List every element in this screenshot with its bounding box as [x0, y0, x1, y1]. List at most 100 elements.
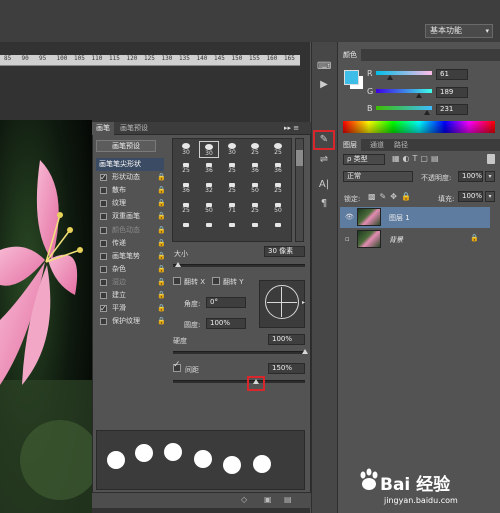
green-slider[interactable] — [376, 89, 432, 93]
preset-grid-icon[interactable]: ▤ — [284, 495, 292, 504]
opacity-field[interactable]: 100% — [458, 171, 483, 182]
brush-tip[interactable] — [199, 221, 219, 238]
tab-channels[interactable]: 通道 — [366, 139, 388, 151]
lock-icon[interactable]: 🔒 — [157, 315, 166, 328]
brush-option-item[interactable]: 纹理 🔒 — [96, 197, 166, 210]
panel-menu-icon[interactable]: ▸▸ ≡ — [284, 124, 299, 132]
visibility-eye-icon[interactable]: 👁 — [345, 213, 354, 221]
blue-slider-thumb[interactable] — [424, 110, 430, 115]
visibility-eye-icon[interactable]: ▫ — [345, 235, 350, 243]
option-checkbox[interactable] — [100, 239, 107, 247]
blend-mode-select[interactable]: 正常 — [343, 171, 413, 182]
flip-x-checkbox[interactable] — [173, 277, 181, 285]
lock-icon[interactable]: 🔒 — [157, 250, 166, 263]
lock-icon[interactable]: 🔒 — [157, 184, 166, 197]
flip-y-checkbox[interactable] — [212, 277, 220, 285]
size-field[interactable]: 30 像素 — [264, 246, 305, 257]
brush-tip[interactable]: 25 — [268, 141, 288, 158]
brush-tip[interactable]: 30 — [222, 141, 242, 158]
red-slider-thumb[interactable] — [387, 75, 393, 80]
brush-tip[interactable]: 25 — [222, 181, 242, 198]
brush-option-item[interactable]: 双重画笔 🔒 — [96, 210, 166, 223]
brush-tip[interactable]: 25 — [176, 201, 196, 218]
paragraph-icon[interactable]: ¶ — [317, 197, 331, 211]
tab-paths[interactable]: 路径 — [390, 139, 412, 151]
lock-icon[interactable]: 🔒 — [157, 210, 166, 223]
brush-tip[interactable]: 25 — [222, 161, 242, 178]
brush-option-item[interactable]: 平滑 🔒 — [96, 302, 166, 315]
option-checkbox[interactable] — [100, 171, 107, 184]
option-checkbox[interactable] — [100, 292, 107, 299]
brush-tip[interactable]: 30 — [176, 141, 196, 158]
lock-icon[interactable]: 🔒 — [157, 224, 166, 237]
option-checkbox[interactable] — [100, 302, 107, 315]
chevron-down-icon[interactable]: ▾ — [485, 171, 495, 182]
option-checkbox[interactable] — [100, 226, 107, 234]
lock-icon[interactable]: 🔒 — [157, 263, 166, 276]
red-slider[interactable] — [376, 71, 432, 75]
brush-tip[interactable]: 30 — [199, 141, 219, 158]
brush-tip[interactable] — [268, 221, 288, 238]
lock-icons[interactable]: ▩✎✥🔒 — [368, 192, 415, 201]
tab-color[interactable]: 颜色 — [339, 49, 361, 61]
brush-tip[interactable]: 36 — [176, 181, 196, 198]
roundness-field[interactable]: 100% — [206, 318, 246, 329]
tab-brush-presets[interactable]: 画笔预设 — [116, 122, 152, 135]
brush-option-item[interactable]: 保护纹理 🔒 — [96, 315, 166, 328]
fill-field[interactable]: 100% — [458, 191, 483, 202]
character-icon[interactable]: A| — [317, 178, 331, 192]
option-checkbox[interactable] — [100, 278, 107, 286]
brush-option-item[interactable]: 画笔笔势 🔒 — [96, 250, 166, 263]
toggle-brush-icon[interactable]: ◇ — [241, 495, 247, 504]
brush-tip[interactable]: 32 — [199, 181, 219, 198]
clone-source-icon[interactable]: ⇌ — [317, 153, 331, 167]
brush-tip[interactable]: 50 — [268, 201, 288, 218]
tab-layers[interactable]: 图层 — [339, 139, 361, 151]
option-checkbox[interactable] — [100, 200, 107, 208]
brush-tips-grid[interactable]: 30 30 30 25 25 25 36 25 36 36 36 32 25 50 25 25 50 71 25 50 — [172, 138, 292, 242]
brush-tip[interactable] — [176, 221, 196, 238]
option-checkbox[interactable] — [100, 187, 107, 195]
brush-option-item[interactable]: 形状动态 🔒 — [96, 171, 166, 184]
green-slider-thumb[interactable] — [416, 93, 422, 98]
filter-toggle-icon[interactable] — [487, 154, 495, 164]
tab-brush[interactable]: 画笔 — [92, 122, 114, 135]
history-icon[interactable]: ⌨ — [317, 60, 331, 74]
spacing-slider[interactable] — [173, 380, 305, 383]
lock-icon[interactable]: 🔒 — [157, 237, 166, 250]
lock-icon[interactable]: 🔒 — [157, 302, 166, 315]
lock-icon[interactable]: 🔒 — [157, 276, 166, 289]
brush-option-item[interactable]: 颜色动态 🔒 — [96, 224, 166, 237]
brush-presets-button[interactable]: 画笔预设 — [96, 140, 156, 152]
brush-tip[interactable]: 25 — [268, 181, 288, 198]
brush-option-item[interactable]: 传递 🔒 — [96, 237, 166, 250]
brush-tip[interactable]: 25 — [176, 161, 196, 178]
brush-tip[interactable] — [222, 221, 242, 238]
hardness-field[interactable]: 100% — [268, 334, 305, 345]
brush-option-item[interactable]: 散布 🔒 — [96, 184, 166, 197]
scrollbar-thumb[interactable] — [296, 150, 303, 166]
workspace-select[interactable]: 基本功能 ▾ — [425, 24, 493, 38]
foreground-color-swatch[interactable] — [344, 70, 359, 85]
layer-kind-filter[interactable]: ρ 类型 — [343, 154, 385, 165]
option-checkbox[interactable] — [100, 318, 107, 326]
lock-icon[interactable]: 🔒 — [157, 197, 166, 210]
hardness-slider-thumb[interactable] — [302, 349, 308, 354]
brush-tip[interactable]: 25 — [245, 141, 265, 158]
brush-tip[interactable]: 36 — [245, 161, 265, 178]
brush-tip[interactable]: 50 — [199, 201, 219, 218]
brush-option-item[interactable]: 湿边 🔒 — [96, 276, 166, 289]
option-checkbox[interactable] — [100, 252, 107, 260]
brush-tip[interactable]: 25 — [245, 201, 265, 218]
green-field[interactable]: 189 — [436, 87, 468, 98]
size-slider-thumb[interactable] — [175, 262, 181, 267]
angle-field[interactable]: 0° — [206, 297, 246, 308]
color-spectrum-bar[interactable] — [343, 121, 495, 133]
hardness-slider[interactable] — [173, 351, 305, 354]
new-preset-icon[interactable]: ▣ — [264, 495, 272, 504]
brush-tip[interactable]: 36 — [199, 161, 219, 178]
option-checkbox[interactable] — [100, 213, 107, 221]
brush-tip[interactable]: 36 — [268, 161, 288, 178]
brush-tip[interactable] — [245, 221, 265, 238]
size-slider[interactable] — [173, 264, 305, 267]
